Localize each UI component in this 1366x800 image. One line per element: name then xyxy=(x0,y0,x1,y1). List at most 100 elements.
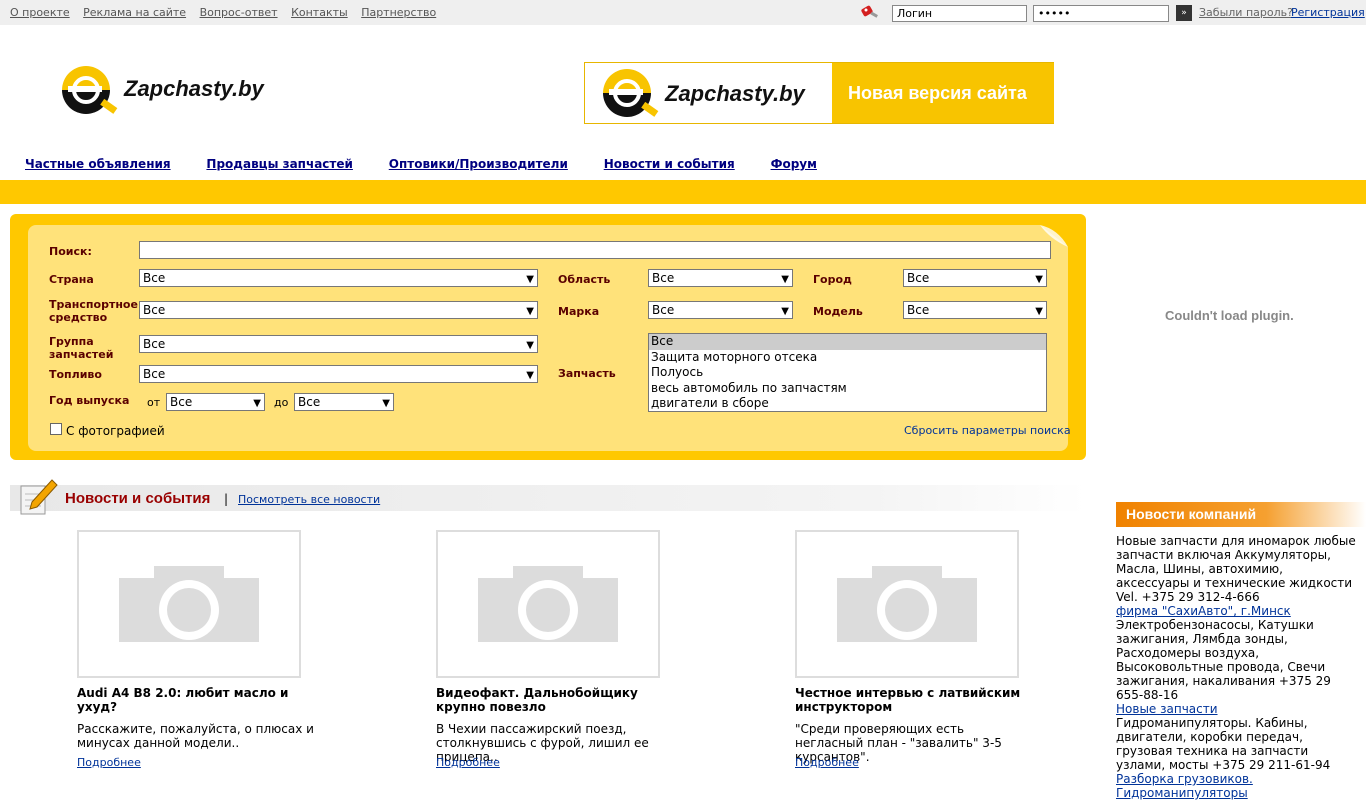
year-to-label: до xyxy=(274,396,289,409)
search-input[interactable] xyxy=(139,241,1051,259)
camera-icon xyxy=(837,566,977,642)
news-card-title[interactable]: Честное интервью с латвийским инструктор… xyxy=(795,686,1035,714)
company-news-text: Электробензонасосы, Катушки зажигания, Л… xyxy=(1116,618,1331,702)
vehicle-label-line1: Транспортное xyxy=(49,298,138,311)
news-card-desc: Расскажите, пожалуйста, о плюсах и минус… xyxy=(77,722,314,750)
nav-private-ads[interactable]: Частные объявления xyxy=(25,157,171,171)
part-option[interactable]: Все xyxy=(649,334,1046,350)
news-card-more-link[interactable]: Подробнее xyxy=(436,756,500,769)
logo-text: Zapchasty.by xyxy=(124,76,264,101)
part-label: Запчасть xyxy=(558,367,616,380)
brand-label: Марка xyxy=(558,305,600,318)
year-to-select[interactable]: Все ▼ xyxy=(294,393,394,411)
chevron-down-icon: ▼ xyxy=(1035,274,1043,285)
country-label: Страна xyxy=(49,273,94,286)
register-link[interactable]: Регистрация xyxy=(1291,6,1365,19)
model-select[interactable]: Все ▼ xyxy=(903,301,1047,319)
photo-placeholder[interactable] xyxy=(795,530,1019,678)
city-select[interactable]: Все ▼ xyxy=(903,269,1047,287)
region-select[interactable]: Все ▼ xyxy=(648,269,793,287)
vehicle-select[interactable]: Все ▼ xyxy=(139,301,538,319)
nav-sellers[interactable]: Продавцы запчастей xyxy=(206,157,353,171)
chevron-down-icon: ▼ xyxy=(526,370,534,381)
city-label: Город xyxy=(813,273,852,286)
news-separator: | xyxy=(224,492,229,506)
chevron-down-icon: ▼ xyxy=(781,306,789,317)
city-select-value: Все xyxy=(907,271,930,285)
year-from-value: Все xyxy=(170,395,193,409)
fuel-select-value: Все xyxy=(143,367,166,381)
password-input[interactable] xyxy=(1033,5,1169,22)
brand-select-value: Все xyxy=(652,303,675,317)
link-contacts[interactable]: Контакты xyxy=(291,6,348,19)
key-icon xyxy=(861,5,878,18)
photo-placeholder[interactable] xyxy=(77,530,301,678)
news-card-title[interactable]: Audi A4 B8 2.0: любит масло и ухуд? xyxy=(77,686,317,714)
chevron-down-icon: ▼ xyxy=(382,398,390,409)
new-version-banner[interactable]: Zapchasty.by Новая версия сайта xyxy=(584,62,1054,124)
vehicle-label: Транспортное средство xyxy=(49,298,138,324)
company-news-text: Новые запчасти для иномарок любые запчас… xyxy=(1116,534,1356,604)
part-group-label-line2: запчастей xyxy=(49,348,114,361)
fuel-label: Топливо xyxy=(49,368,102,381)
chevron-down-icon: ▼ xyxy=(781,274,789,285)
news-title: Новости и события xyxy=(65,490,211,507)
company-news: Новости компаний Новые запчасти для ином… xyxy=(1116,502,1366,800)
all-news-link[interactable]: Посмотреть все новости xyxy=(238,493,380,506)
news-card-title[interactable]: Видеофакт. Дальнобойщику крупно повезло xyxy=(436,686,676,714)
camera-icon xyxy=(478,566,618,642)
part-option[interactable]: двигатели в сборе xyxy=(649,396,1046,412)
company-news-title: Новости компаний xyxy=(1116,502,1366,527)
login-input[interactable] xyxy=(892,5,1027,22)
forgot-password-link[interactable]: Забыли пароль? xyxy=(1199,6,1293,19)
login-box: » Забыли пароль? Регистрация xyxy=(860,4,1366,22)
part-group-select[interactable]: Все ▼ xyxy=(139,335,538,353)
model-select-value: Все xyxy=(907,303,930,317)
year-label: Год выпуска xyxy=(49,394,130,407)
reset-search-link[interactable]: Сбросить параметры поиска xyxy=(904,424,1071,437)
company-news-link[interactable]: Разборка грузовиков. Гидроманипуляторы xyxy=(1116,772,1253,800)
logo-magnifier-icon xyxy=(62,66,118,114)
site-logo[interactable]: Zapchasty.by xyxy=(58,64,278,116)
vehicle-label-line2: средство xyxy=(49,311,108,324)
top-links: О проекте Реклама на сайте Вопрос-ответ … xyxy=(10,6,446,19)
notepad-pencil-icon xyxy=(20,479,58,515)
news-header: Новости и события | Посмотреть все новос… xyxy=(10,485,1086,511)
photo-placeholder[interactable] xyxy=(436,530,660,678)
part-option[interactable]: Полуось xyxy=(649,365,1046,381)
nav-news[interactable]: Новости и события xyxy=(604,157,735,171)
brand-select[interactable]: Все ▼ xyxy=(648,301,793,319)
part-listbox[interactable]: Все Защита моторного отсека Полуось весь… xyxy=(648,333,1047,412)
chevron-down-icon: ▼ xyxy=(526,340,534,351)
link-faq[interactable]: Вопрос-ответ xyxy=(200,6,278,19)
banner-logo-icon xyxy=(603,69,659,117)
part-option[interactable]: Защита моторного отсека xyxy=(649,350,1046,366)
country-select-value: Все xyxy=(143,271,166,285)
company-news-link[interactable]: Новые запчасти xyxy=(1116,702,1218,716)
country-select[interactable]: Все ▼ xyxy=(139,269,538,287)
nav-wholesalers[interactable]: Оптовики/Производители xyxy=(389,157,568,171)
region-label: Область xyxy=(558,273,611,286)
region-select-value: Все xyxy=(652,271,675,285)
part-group-label-line1: Группа xyxy=(49,335,94,348)
nav-forum[interactable]: Форум xyxy=(771,157,817,171)
model-label: Модель xyxy=(813,305,863,318)
link-partnership[interactable]: Партнерство xyxy=(361,6,436,19)
banner-slogan-box: Новая версия сайта xyxy=(832,63,1054,123)
year-from-select[interactable]: Все ▼ xyxy=(166,393,265,411)
fuel-select[interactable]: Все ▼ xyxy=(139,365,538,383)
plugin-error-message: Couldn't load plugin. xyxy=(1165,308,1294,323)
company-news-link[interactable]: фирма "СахиАвто", г.Минск xyxy=(1116,604,1291,618)
news-card-more-link[interactable]: Подробнее xyxy=(795,756,859,769)
link-ads[interactable]: Реклама на сайте xyxy=(83,6,186,19)
banner-slogan: Новая версия сайта xyxy=(848,83,1027,103)
photo-checkbox[interactable] xyxy=(50,423,62,435)
photo-checkbox-label: С фотографией xyxy=(66,424,165,438)
company-news-text: Гидроманипуляторы. Кабины, двигатели, ко… xyxy=(1116,716,1331,772)
vehicle-select-value: Все xyxy=(143,303,166,317)
link-about[interactable]: О проекте xyxy=(10,6,70,19)
part-option[interactable]: весь автомобиль по запчастям xyxy=(649,381,1046,397)
part-group-label: Группа запчастей xyxy=(49,335,113,361)
news-card-more-link[interactable]: Подробнее xyxy=(77,756,141,769)
login-submit-button[interactable]: » xyxy=(1176,5,1192,21)
